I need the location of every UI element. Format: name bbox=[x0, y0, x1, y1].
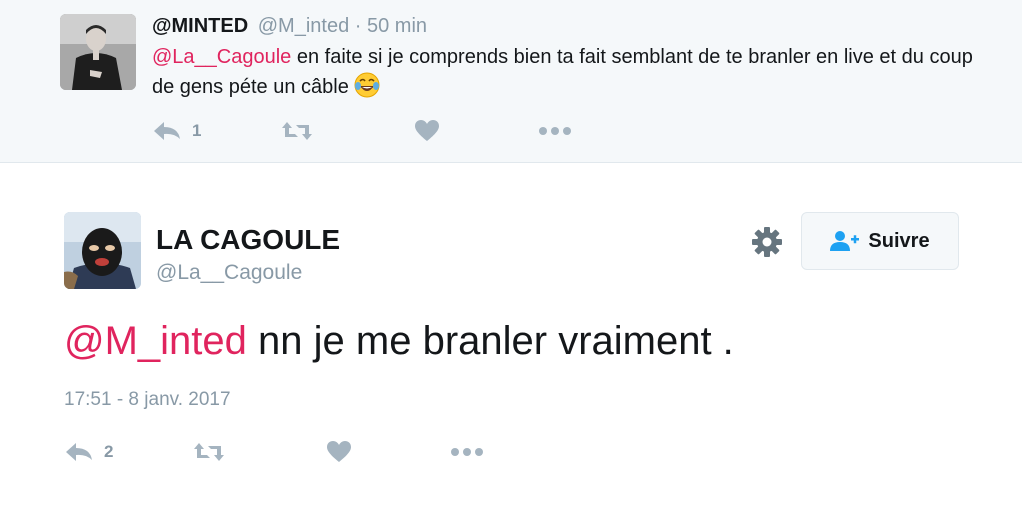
more-icon bbox=[451, 448, 483, 456]
main-author-name[interactable]: LA CAGOULE bbox=[156, 224, 340, 256]
retweet-button[interactable] bbox=[280, 116, 324, 146]
reply-header: @MINTED @M_inted · 50 min bbox=[152, 14, 427, 38]
main-avatar[interactable] bbox=[64, 212, 141, 289]
reply-count: 2 bbox=[104, 442, 114, 461]
reply-button[interactable]: 2 bbox=[64, 437, 113, 467]
main-tweet-text: @M_inted nn je me branler vraiment . bbox=[64, 316, 734, 366]
more-button[interactable] bbox=[450, 437, 484, 467]
reply-tweet[interactable]: @MINTED @M_inted · 50 min @La__Cagoule e… bbox=[0, 0, 1022, 163]
heart-icon bbox=[415, 120, 439, 141]
follow-label: Suivre bbox=[868, 229, 930, 252]
settings-button[interactable] bbox=[750, 225, 784, 259]
reply-text: @La__Cagoule en faite si je comprends bi… bbox=[152, 42, 992, 102]
reply-icon bbox=[154, 122, 180, 140]
main-timestamp[interactable]: 17:51 - 8 janv. 2017 bbox=[64, 388, 231, 412]
more-icon bbox=[539, 127, 571, 135]
reply-author-name[interactable]: @MINTED bbox=[152, 15, 248, 37]
reply-count: 1 bbox=[192, 121, 202, 140]
retweet-button[interactable] bbox=[192, 437, 236, 467]
like-button[interactable] bbox=[326, 437, 362, 467]
heart-icon bbox=[327, 441, 351, 462]
gear-icon bbox=[752, 227, 782, 257]
like-button[interactable] bbox=[414, 116, 450, 146]
reply-time[interactable]: 50 min bbox=[367, 15, 427, 37]
main-body: nn je me branler vraiment . bbox=[246, 319, 734, 363]
tweet-page: @MINTED @M_inted · 50 min @La__Cagoule e… bbox=[0, 0, 1022, 512]
reply-mention-link[interactable]: @La__Cagoule bbox=[152, 46, 291, 68]
face-with-tears-of-joy-icon bbox=[354, 72, 380, 98]
reply-icon bbox=[66, 443, 92, 461]
retweet-icon bbox=[194, 443, 224, 461]
retweet-icon bbox=[282, 122, 312, 140]
more-button[interactable] bbox=[538, 116, 572, 146]
reply-avatar[interactable] bbox=[60, 14, 136, 90]
reply-button[interactable]: 1 bbox=[152, 116, 201, 146]
main-mention-link[interactable]: @M_inted bbox=[64, 319, 247, 363]
follow-button[interactable]: Suivre bbox=[801, 212, 959, 270]
header-separator: · bbox=[354, 15, 362, 37]
reply-author-handle[interactable]: @M_inted bbox=[258, 15, 349, 37]
add-user-icon bbox=[830, 231, 860, 251]
main-author-handle[interactable]: @La__Cagoule bbox=[156, 260, 302, 286]
